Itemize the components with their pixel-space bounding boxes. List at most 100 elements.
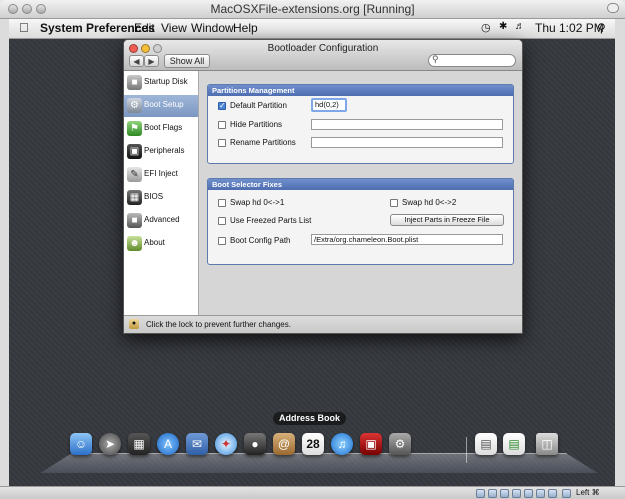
hide-partitions-checkbox[interactable] (218, 121, 226, 129)
mission-control-icon[interactable]: ▦ (128, 433, 150, 455)
video-capture-icon[interactable] (548, 489, 557, 498)
hard-disk-icon[interactable] (476, 489, 485, 498)
spotlight-icon[interactable]: ⚲ (597, 21, 606, 35)
search-input[interactable]: ⚲ (428, 54, 516, 67)
facetime-icon[interactable]: ● (244, 433, 266, 455)
sidebar-item-boot-flags[interactable]: ⚑ Boot Flags (124, 118, 198, 140)
swap-01-checkbox[interactable] (218, 199, 226, 207)
network-icon[interactable] (512, 489, 521, 498)
sidebar: ■ Startup Disk ⚙ Boot Setup ⚑ Boot Flags… (124, 71, 199, 315)
freezed-parts-checkbox[interactable] (218, 217, 226, 225)
itunes-icon[interactable]: ♫ (331, 433, 353, 455)
lock-message: Click the lock to prevent further change… (146, 320, 291, 329)
window-titlebar: Bootloader Configuration ◀ ▶ Show All ⚲ (124, 40, 522, 71)
trash-icon[interactable]: ◫ (536, 433, 558, 455)
sidebar-item-label: Peripherals (144, 146, 185, 155)
content-pane: Partitions Management ✓ Default Partitio… (199, 71, 522, 315)
address-book-icon[interactable]: @ (273, 433, 295, 455)
mouse-integration-icon[interactable] (562, 489, 571, 498)
safari-icon[interactable]: ✦ (215, 433, 237, 455)
toolbar-toggle-button[interactable] (607, 3, 619, 13)
inject-parts-button[interactable]: Inject Parts in Freeze File (390, 214, 504, 226)
finder-icon[interactable]: ☺ (70, 433, 92, 455)
lock-bar: ● Click the lock to prevent further chan… (124, 315, 522, 333)
sidebar-item-label: Boot Setup (144, 100, 184, 109)
sidebar-item-label: About (144, 238, 165, 247)
mail-stamp-icon[interactable]: ✉ (186, 433, 208, 455)
dock-shelf (40, 453, 598, 473)
forward-button[interactable]: ▶ (144, 55, 159, 67)
optical-drive-icon[interactable] (488, 489, 497, 498)
calendar-icon[interactable]: 28 (302, 433, 324, 455)
hide-partitions-field[interactable] (311, 119, 503, 130)
guest-screen[interactable]:  System Preferences Edit View Window He… (9, 19, 615, 486)
photo-booth-icon[interactable]: ▣ (360, 433, 382, 455)
hide-partitions-label: Hide Partitions (230, 120, 283, 129)
rename-partitions-field[interactable] (311, 137, 503, 148)
volume-icon[interactable]: ♬ (515, 21, 525, 32)
show-all-button[interactable]: Show All (164, 54, 210, 68)
display-icon: ▣ (127, 144, 142, 159)
drive-icon: ■ (127, 213, 142, 228)
document-icon[interactable]: ▤ (475, 433, 497, 455)
menu-window[interactable]: Window (191, 21, 234, 35)
chip-icon: ▦ (127, 190, 142, 205)
app-store-icon[interactable]: A (157, 433, 179, 455)
partitions-group: Partitions Management ✓ Default Partitio… (207, 84, 514, 164)
shared-folders-icon[interactable] (524, 489, 533, 498)
menu-view[interactable]: View (161, 21, 187, 35)
sidebar-item-about[interactable]: ☻ About (124, 233, 198, 255)
boot-config-path-field[interactable]: /Extra/org.chameleon.Boot.plist (311, 234, 503, 245)
display-icon[interactable] (536, 489, 545, 498)
sidebar-item-label: Startup Disk (144, 77, 188, 86)
apple-menu-icon[interactable]:  (19, 20, 29, 35)
dock-separator (466, 437, 467, 463)
gears-icon: ⚙ (127, 98, 142, 113)
sidebar-item-bios[interactable]: ▦ BIOS (124, 187, 198, 209)
launchpad-icon[interactable]: ➤ (99, 433, 121, 455)
sidebar-item-label: Boot Flags (144, 123, 183, 132)
menu-help[interactable]: Help (233, 21, 258, 35)
sidebar-item-peripherals[interactable]: ▣ Peripherals (124, 141, 198, 163)
flag-icon: ⚑ (127, 121, 142, 136)
rename-partitions-checkbox[interactable] (218, 139, 226, 147)
group-header: Boot Selector Fixes (208, 179, 513, 190)
window-title: Bootloader Configuration (267, 43, 379, 54)
host-titlebar: MacOSXFile-extensions.org [Running] (0, 0, 625, 19)
sidebar-item-label: BIOS (144, 192, 164, 201)
menu-clock[interactable]: Thu 1:02 PM (535, 21, 604, 35)
back-button[interactable]: ◀ (129, 55, 144, 67)
default-partition-field[interactable]: hd(0,2) (311, 98, 347, 112)
bluetooth-icon[interactable]: ✱ (499, 21, 507, 32)
virtualbox-window: MacOSXFile-extensions.org [Running]  Sy… (0, 0, 625, 499)
menu-bar:  System Preferences Edit View Window He… (9, 19, 615, 39)
host-window-title: MacOSXFile-extensions.org [Running] (210, 2, 415, 16)
default-partition-checkbox[interactable]: ✓ (218, 102, 226, 110)
system-preferences-icon[interactable]: ⚙ (389, 433, 411, 455)
pen-icon: ✎ (127, 167, 142, 182)
group-header: Partitions Management (208, 85, 513, 96)
drive-icon: ■ (127, 75, 142, 90)
time-machine-icon[interactable]: ◷ (481, 21, 491, 34)
swap-01-label: Swap hd 0<->1 (230, 198, 285, 207)
swap-02-label: Swap hd 0<->2 (402, 198, 457, 207)
sidebar-item-boot-setup[interactable]: ⚙ Boot Setup (124, 95, 198, 117)
preferences-window: Bootloader Configuration ◀ ▶ Show All ⚲ … (123, 39, 523, 334)
sidebar-item-efi-inject[interactable]: ✎ EFI Inject (124, 164, 198, 186)
boot-config-checkbox[interactable] (218, 237, 226, 245)
user-icon: ☻ (127, 236, 142, 251)
search-icon: ⚲ (432, 54, 439, 64)
lock-icon[interactable]: ● (129, 319, 139, 329)
dock-tooltip: Address Book (273, 412, 347, 425)
virtualbox-status-bar: Left ⌘ (0, 486, 625, 499)
sidebar-item-label: EFI Inject (144, 169, 178, 178)
sidebar-item-advanced[interactable]: ■ Advanced (124, 210, 198, 232)
swap-02-checkbox[interactable] (390, 199, 398, 207)
document-icon[interactable]: ▤ (503, 433, 525, 455)
boot-config-label: Boot Config Path (230, 236, 291, 245)
usb-icon[interactable] (500, 489, 509, 498)
sidebar-item-label: Advanced (144, 215, 180, 224)
menu-edit[interactable]: Edit (134, 21, 155, 35)
sidebar-item-startup-disk[interactable]: ■ Startup Disk (124, 72, 198, 94)
boot-selector-group: Boot Selector Fixes Swap hd 0<->1 Swap h… (207, 178, 514, 265)
